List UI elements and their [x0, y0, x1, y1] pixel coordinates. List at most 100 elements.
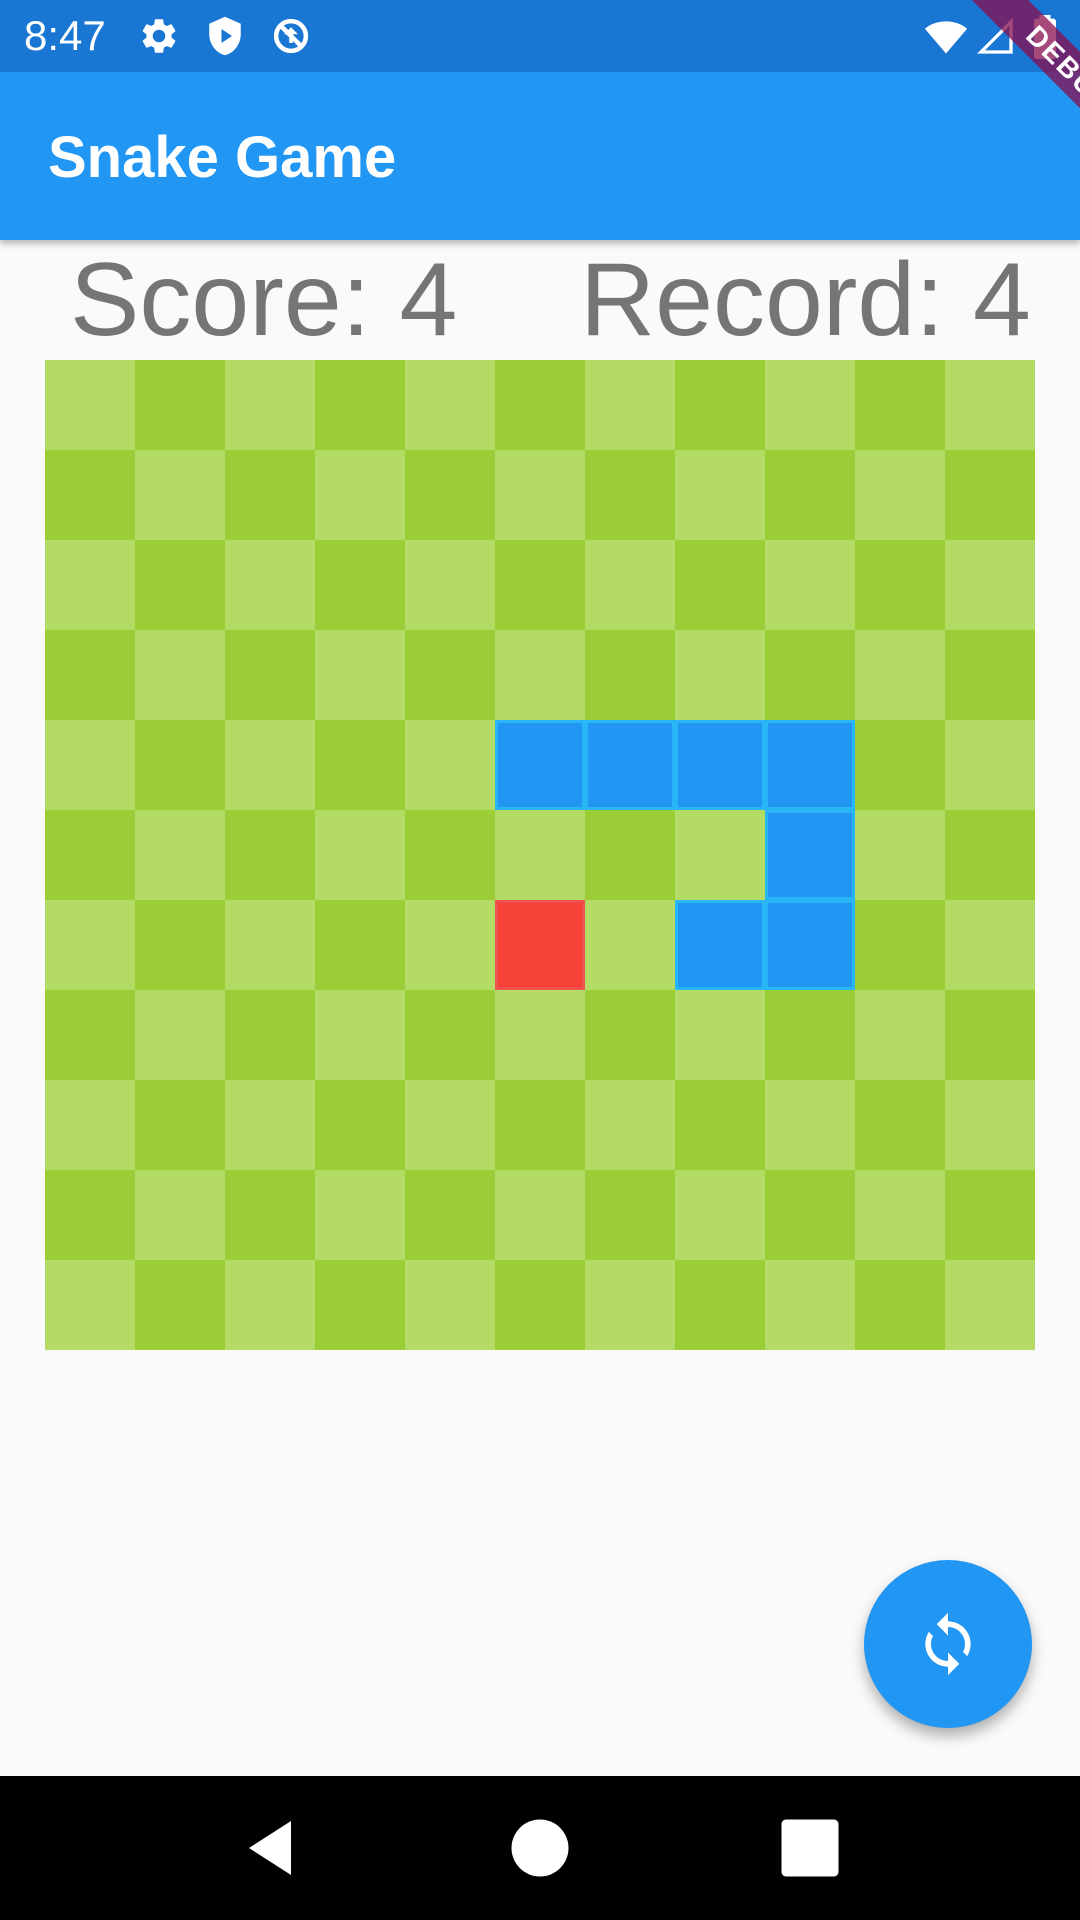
food-cell — [495, 900, 585, 990]
board-cell — [405, 450, 495, 540]
board-cell — [765, 630, 855, 720]
board-cell — [585, 1260, 675, 1350]
navigation-bar — [0, 1776, 1080, 1920]
board-cell — [855, 540, 945, 630]
board-cell — [945, 630, 1035, 720]
snake-segment — [765, 810, 855, 900]
board-cell — [945, 450, 1035, 540]
board-cell — [405, 720, 495, 810]
board-cell — [945, 810, 1035, 900]
board-cell — [405, 1170, 495, 1260]
board-cell — [315, 360, 405, 450]
board-cell — [945, 360, 1035, 450]
restart-button[interactable] — [864, 1560, 1032, 1728]
board-cell — [945, 720, 1035, 810]
board-cell — [945, 1080, 1035, 1170]
board-cell — [405, 900, 495, 990]
board-cell — [225, 720, 315, 810]
score-label: Score: 4 — [70, 242, 458, 358]
board-cell — [315, 990, 405, 1080]
board-cell — [765, 540, 855, 630]
game-board[interactable] — [45, 360, 1035, 1350]
board-cell — [855, 450, 945, 540]
board-cell — [45, 1080, 135, 1170]
board-cell — [675, 360, 765, 450]
board-cell — [405, 540, 495, 630]
play-protect-icon — [209, 16, 241, 56]
board-cell — [225, 1080, 315, 1170]
board-cell — [855, 810, 945, 900]
board-cell — [495, 630, 585, 720]
home-icon[interactable] — [504, 1812, 576, 1884]
snake-segment — [585, 720, 675, 810]
board-cell — [45, 990, 135, 1080]
board-cell — [495, 1080, 585, 1170]
board-cell — [855, 1170, 945, 1260]
sync-off-icon — [273, 18, 309, 54]
board-cell — [675, 1260, 765, 1350]
board-cell — [945, 900, 1035, 990]
board-cell — [945, 540, 1035, 630]
board-cell — [405, 1080, 495, 1170]
snake-segment — [765, 900, 855, 990]
board-cell — [675, 540, 765, 630]
board-cell — [585, 810, 675, 900]
board-cell — [315, 810, 405, 900]
board-cell — [585, 1080, 675, 1170]
board-cell — [585, 630, 675, 720]
board-cell — [405, 810, 495, 900]
board-cell — [945, 1260, 1035, 1350]
board-cell — [225, 900, 315, 990]
board-cell — [315, 540, 405, 630]
board-cell — [675, 1080, 765, 1170]
board-cell — [315, 1260, 405, 1350]
recents-icon[interactable] — [774, 1812, 846, 1884]
board-cell — [495, 540, 585, 630]
board-cell — [585, 360, 675, 450]
board-cell — [45, 360, 135, 450]
board-cell — [495, 990, 585, 1080]
board-cell — [135, 900, 225, 990]
board-cell — [855, 360, 945, 450]
board-cell — [405, 630, 495, 720]
board-cell — [585, 900, 675, 990]
back-icon[interactable] — [234, 1812, 306, 1884]
board-cell — [225, 810, 315, 900]
snake-segment — [675, 720, 765, 810]
board-cell — [225, 1260, 315, 1350]
board-cell — [855, 1260, 945, 1350]
board-cell — [765, 360, 855, 450]
board-cell — [135, 450, 225, 540]
board-cell — [315, 900, 405, 990]
board-cell — [225, 1170, 315, 1260]
board-cell — [945, 990, 1035, 1080]
board-cell — [135, 630, 225, 720]
board-cell — [855, 900, 945, 990]
board-cell — [675, 1170, 765, 1260]
board-cell — [495, 1260, 585, 1350]
board-cell — [135, 360, 225, 450]
board-cell — [765, 450, 855, 540]
board-cell — [405, 990, 495, 1080]
board-cell — [315, 450, 405, 540]
status-bar: 8:47 — [0, 0, 1080, 72]
board-cell — [45, 450, 135, 540]
board-cell — [405, 360, 495, 450]
board-cell — [45, 900, 135, 990]
board-cell — [855, 1080, 945, 1170]
board-cell — [135, 540, 225, 630]
board-cell — [765, 1260, 855, 1350]
battery-icon — [1034, 15, 1056, 59]
wifi-icon — [924, 21, 968, 54]
app-bar: Snake Game — [0, 72, 1080, 240]
board-cell — [585, 1170, 675, 1260]
signal-icon — [976, 17, 1013, 54]
board-cell — [495, 450, 585, 540]
board-cell — [675, 810, 765, 900]
app-title: Snake Game — [48, 125, 397, 190]
board-cell — [315, 720, 405, 810]
board-cell — [135, 990, 225, 1080]
status-time: 8:47 — [24, 12, 106, 59]
board-cell — [315, 1080, 405, 1170]
board-cell — [225, 360, 315, 450]
